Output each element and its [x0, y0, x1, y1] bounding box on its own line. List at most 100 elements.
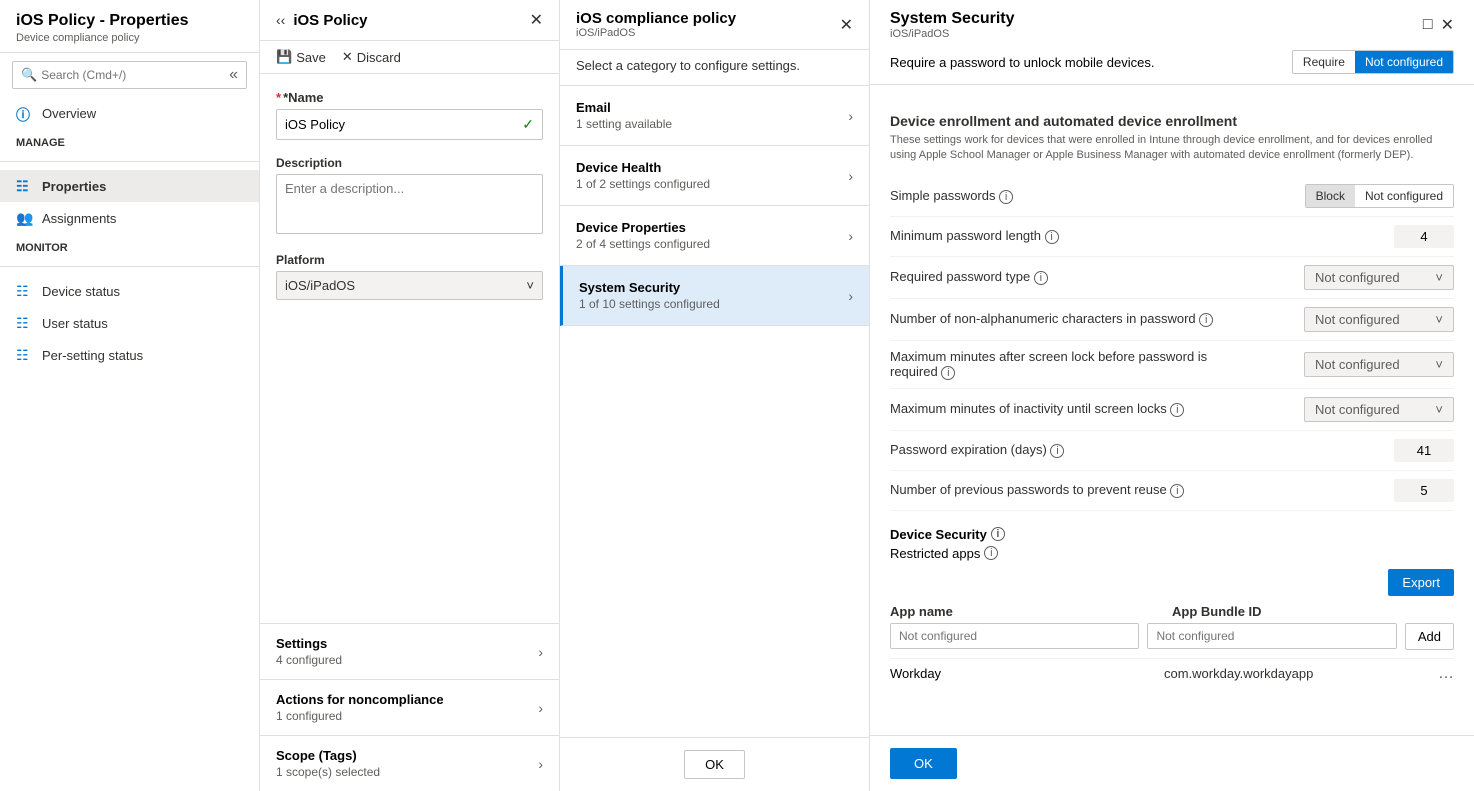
- simple-passwords-toggle[interactable]: Block Not configured: [1305, 184, 1454, 208]
- category-email-subtitle: 1 setting available: [576, 117, 672, 131]
- sidebar-item-device-status[interactable]: ☷ Device status: [0, 275, 259, 307]
- required-password-type-dropdown[interactable]: Not configured ˅: [1304, 265, 1454, 290]
- info-icon: ⓘ: [16, 105, 32, 121]
- check-icon: ✓: [522, 116, 534, 133]
- category-email-title: Email: [576, 100, 672, 115]
- screen-lock-label: Maximum minutes after screen lock before…: [890, 349, 1207, 379]
- prev-pw-value[interactable]: 5: [1394, 479, 1454, 502]
- noncompliance-nav-row[interactable]: Actions for noncompliance 1 configured ›: [260, 679, 559, 735]
- security-title: System Security: [890, 10, 1015, 28]
- sidebar-panel: iOS Policy - Properties Device complianc…: [0, 0, 260, 791]
- screen-lock-dropdown[interactable]: Not configured ˅: [1304, 352, 1454, 377]
- form-body: **Name ✓ Description Platform iOS/iPadOS…: [260, 74, 559, 623]
- name-field: **Name ✓: [276, 90, 543, 140]
- security-close-btn[interactable]: ✕: [1441, 15, 1454, 35]
- require-password-label: Require a password to unlock mobile devi…: [890, 55, 1154, 70]
- chevron-down-icon: ˅: [526, 278, 534, 293]
- enrollment-section-title: Device enrollment and automated device e…: [890, 113, 1454, 129]
- inactivity-timeout-row: Maximum minutes of inactivity until scre…: [890, 389, 1454, 431]
- category-system-security[interactable]: System Security 1 of 10 settings configu…: [560, 266, 869, 326]
- app-bundle-header: App Bundle ID: [1172, 604, 1454, 619]
- sidebar-item-label: Assignments: [42, 211, 116, 226]
- require-password-toggle[interactable]: Require Not configured: [1292, 50, 1454, 74]
- sidebar-item-label: Properties: [42, 179, 106, 194]
- not-configured-top-btn[interactable]: Not configured: [1355, 51, 1453, 73]
- discard-button[interactable]: ✕ Discard: [342, 49, 401, 65]
- simple-passwords-label: Simple passwords: [890, 188, 996, 203]
- sidebar-section-monitor: Monitor: [0, 234, 259, 258]
- scope-row-subtitle: 1 scope(s) selected: [276, 765, 380, 779]
- policy-footer: OK: [560, 737, 869, 791]
- app-input-row: Add: [890, 623, 1454, 650]
- sidebar-item-assignments[interactable]: 👥 Assignments: [0, 202, 259, 234]
- form-close-btn[interactable]: ✕: [530, 10, 543, 30]
- sidebar-item-overview[interactable]: ⓘ Overview: [0, 97, 259, 129]
- security-footer: OK: [870, 735, 1474, 791]
- form-collapse-btn[interactable]: ‹‹: [276, 12, 285, 28]
- inactivity-dropdown[interactable]: Not configured ˅: [1304, 397, 1454, 422]
- sidebar-item-per-setting-status[interactable]: ☷ Per-setting status: [0, 339, 259, 371]
- chevron-right-icon-3: ›: [538, 756, 543, 772]
- security-body: Device enrollment and automated device e…: [870, 85, 1474, 735]
- policy-subtitle: iOS/iPadOS: [576, 27, 736, 39]
- info-icon-prev-pw: i: [1170, 484, 1184, 498]
- pw-expiration-label: Password expiration (days): [890, 442, 1047, 457]
- policy-ok-button[interactable]: OK: [684, 750, 745, 779]
- platform-select[interactable]: iOS/iPadOS ˅: [276, 271, 543, 300]
- sidebar-item-user-status[interactable]: ☷ User status: [0, 307, 259, 339]
- platform-value: iOS/iPadOS: [285, 278, 355, 293]
- settings-row-subtitle: 4 configured: [276, 653, 342, 667]
- settings-nav-row[interactable]: Settings 4 configured ›: [260, 623, 559, 679]
- collapse-sidebar-icon[interactable]: «: [229, 66, 238, 84]
- table-row: Workday com.workday.workdayapp …: [890, 658, 1454, 689]
- req-pw-type-value: Not configured: [1315, 270, 1400, 285]
- screen-lock-timeout-row: Maximum minutes after screen lock before…: [890, 341, 1454, 389]
- min-password-label: Minimum password length: [890, 228, 1041, 243]
- app-name-input[interactable]: [890, 623, 1139, 649]
- maximize-icon[interactable]: □: [1423, 16, 1433, 34]
- security-panel: System Security iOS/iPadOS □ ✕ Require a…: [870, 0, 1474, 791]
- sidebar-item-properties[interactable]: ☷ Properties: [0, 170, 259, 202]
- category-email[interactable]: Email 1 setting available ›: [560, 86, 869, 146]
- pw-expiration-value[interactable]: 41: [1394, 439, 1454, 462]
- security-ok-button[interactable]: OK: [890, 748, 957, 779]
- scope-nav-row[interactable]: Scope (Tags) 1 scope(s) selected ›: [260, 735, 559, 791]
- search-input[interactable]: [41, 68, 225, 82]
- category-security-subtitle: 1 of 10 settings configured: [579, 297, 720, 311]
- settings-row-title: Settings: [276, 636, 342, 651]
- category-props-subtitle: 2 of 4 settings configured: [576, 237, 710, 251]
- export-button[interactable]: Export: [1388, 569, 1454, 596]
- save-button[interactable]: 💾 Save: [276, 49, 326, 65]
- search-icon: 🔍: [21, 67, 37, 83]
- sidebar-subtitle: Device compliance policy: [16, 32, 243, 44]
- min-password-value[interactable]: 4: [1394, 225, 1454, 248]
- category-device-properties[interactable]: Device Properties 2 of 4 settings config…: [560, 206, 869, 266]
- require-btn[interactable]: Require: [1293, 51, 1355, 73]
- info-icon-restricted: i: [984, 546, 998, 560]
- info-icon-req-type: i: [1034, 271, 1048, 285]
- block-btn[interactable]: Block: [1306, 185, 1355, 207]
- category-device-health[interactable]: Device Health 1 of 2 settings configured…: [560, 146, 869, 206]
- save-icon: 💾: [276, 49, 292, 65]
- required-password-type-row: Required password type i Not configured …: [890, 257, 1454, 299]
- info-icon-device-sec: i: [991, 527, 1005, 541]
- name-input[interactable]: [285, 117, 522, 132]
- app-bundle-input[interactable]: [1147, 623, 1396, 649]
- info-icon-min: i: [1045, 230, 1059, 244]
- chevron-right-icon-4: ›: [848, 108, 853, 124]
- category-props-title: Device Properties: [576, 220, 710, 235]
- add-button[interactable]: Add: [1405, 623, 1454, 650]
- policy-close-btn[interactable]: ✕: [840, 15, 853, 35]
- simple-passwords-row: Simple passwords i Block Not configured: [890, 176, 1454, 217]
- non-alpha-dropdown[interactable]: Not configured ˅: [1304, 307, 1454, 332]
- chevron-down-icon-5: ˅: [1435, 402, 1443, 417]
- not-configured-simple-btn[interactable]: Not configured: [1355, 185, 1453, 207]
- info-icon-screen-lock: i: [941, 366, 955, 380]
- inactivity-label: Maximum minutes of inactivity until scre…: [890, 401, 1167, 416]
- description-input[interactable]: [276, 174, 543, 234]
- restricted-apps-label: Restricted apps i: [890, 546, 1454, 561]
- platform-label: Platform: [276, 253, 543, 267]
- form-panel: ‹‹ iOS Policy ✕ 💾 Save ✕ Discard **Name …: [260, 0, 560, 791]
- more-options-button[interactable]: …: [1438, 665, 1454, 683]
- info-icon-pw-exp: i: [1050, 444, 1064, 458]
